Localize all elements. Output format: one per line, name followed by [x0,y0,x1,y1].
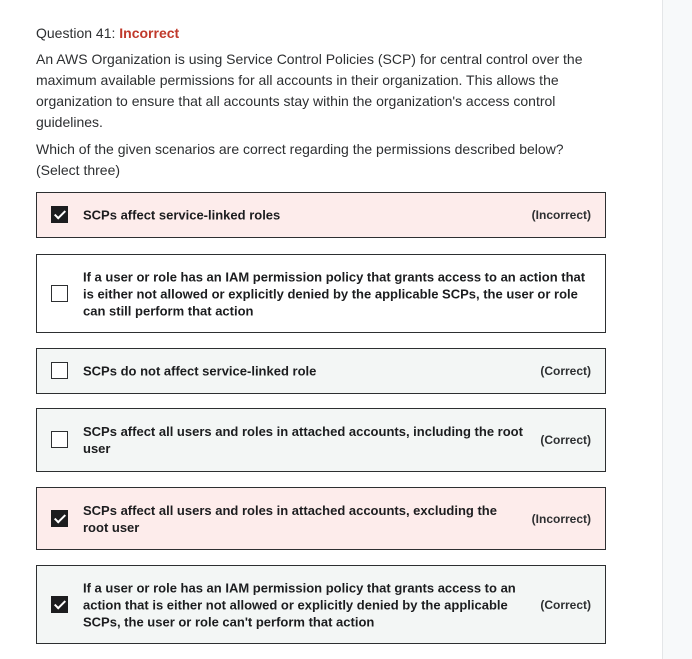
answer-option-text: SCPs affect all users and roles in attac… [83,502,497,535]
answer-result-label: (Incorrect) [531,208,591,222]
question-number: Question 41: [36,25,116,41]
answer-result-label: (Correct) [540,433,591,447]
answer-result-label: (Correct) [540,597,591,612]
checkbox-checked[interactable] [51,206,68,223]
checkmark-icon [53,207,67,220]
answer-option[interactable]: SCPs affect all users and roles in attac… [36,408,606,472]
answer-result-label: (Correct) [540,364,591,378]
question-paragraph-1: An AWS Organization is using Service Con… [36,51,583,130]
checkbox-checked[interactable] [51,509,68,527]
question-paragraph-2: Which of the given scenarios are correct… [36,141,564,178]
answer-option[interactable]: SCPs affect all users and roles in attac… [36,487,606,550]
answer-option-text: If a user or role has an IAM permission … [83,269,586,318]
checkbox-checked[interactable] [51,595,68,613]
question-panel: Question 41: Incorrect An AWS Organizati… [0,0,662,659]
checkmark-icon [53,596,67,610]
checkbox-unchecked[interactable] [51,431,68,448]
answer-option[interactable]: SCPs do not affect service-linked role (… [36,348,606,394]
answer-option[interactable]: If a user or role has an IAM permission … [36,254,606,333]
checkmark-icon [53,510,67,524]
question-header: Question 41: Incorrect [36,24,179,42]
answer-option-text: If a user or role has an IAM permission … [83,580,516,629]
answer-option[interactable]: If a user or role has an IAM permission … [36,565,606,644]
answer-option-text: SCPs affect all users and roles in attac… [83,424,523,456]
answer-result-label: (Incorrect) [531,511,591,526]
checkbox-unchecked[interactable] [51,284,68,302]
answer-option-text: SCPs affect service-linked roles [83,207,281,223]
answer-option-text: SCPs do not affect service-linked role [83,363,317,379]
result-status: Incorrect [119,25,180,41]
right-sidebar [662,0,692,659]
checkbox-unchecked[interactable] [51,362,68,379]
question-text: An AWS Organization is using Service Con… [36,49,606,187]
answer-option[interactable]: SCPs affect service-linked roles (Incorr… [36,192,606,238]
